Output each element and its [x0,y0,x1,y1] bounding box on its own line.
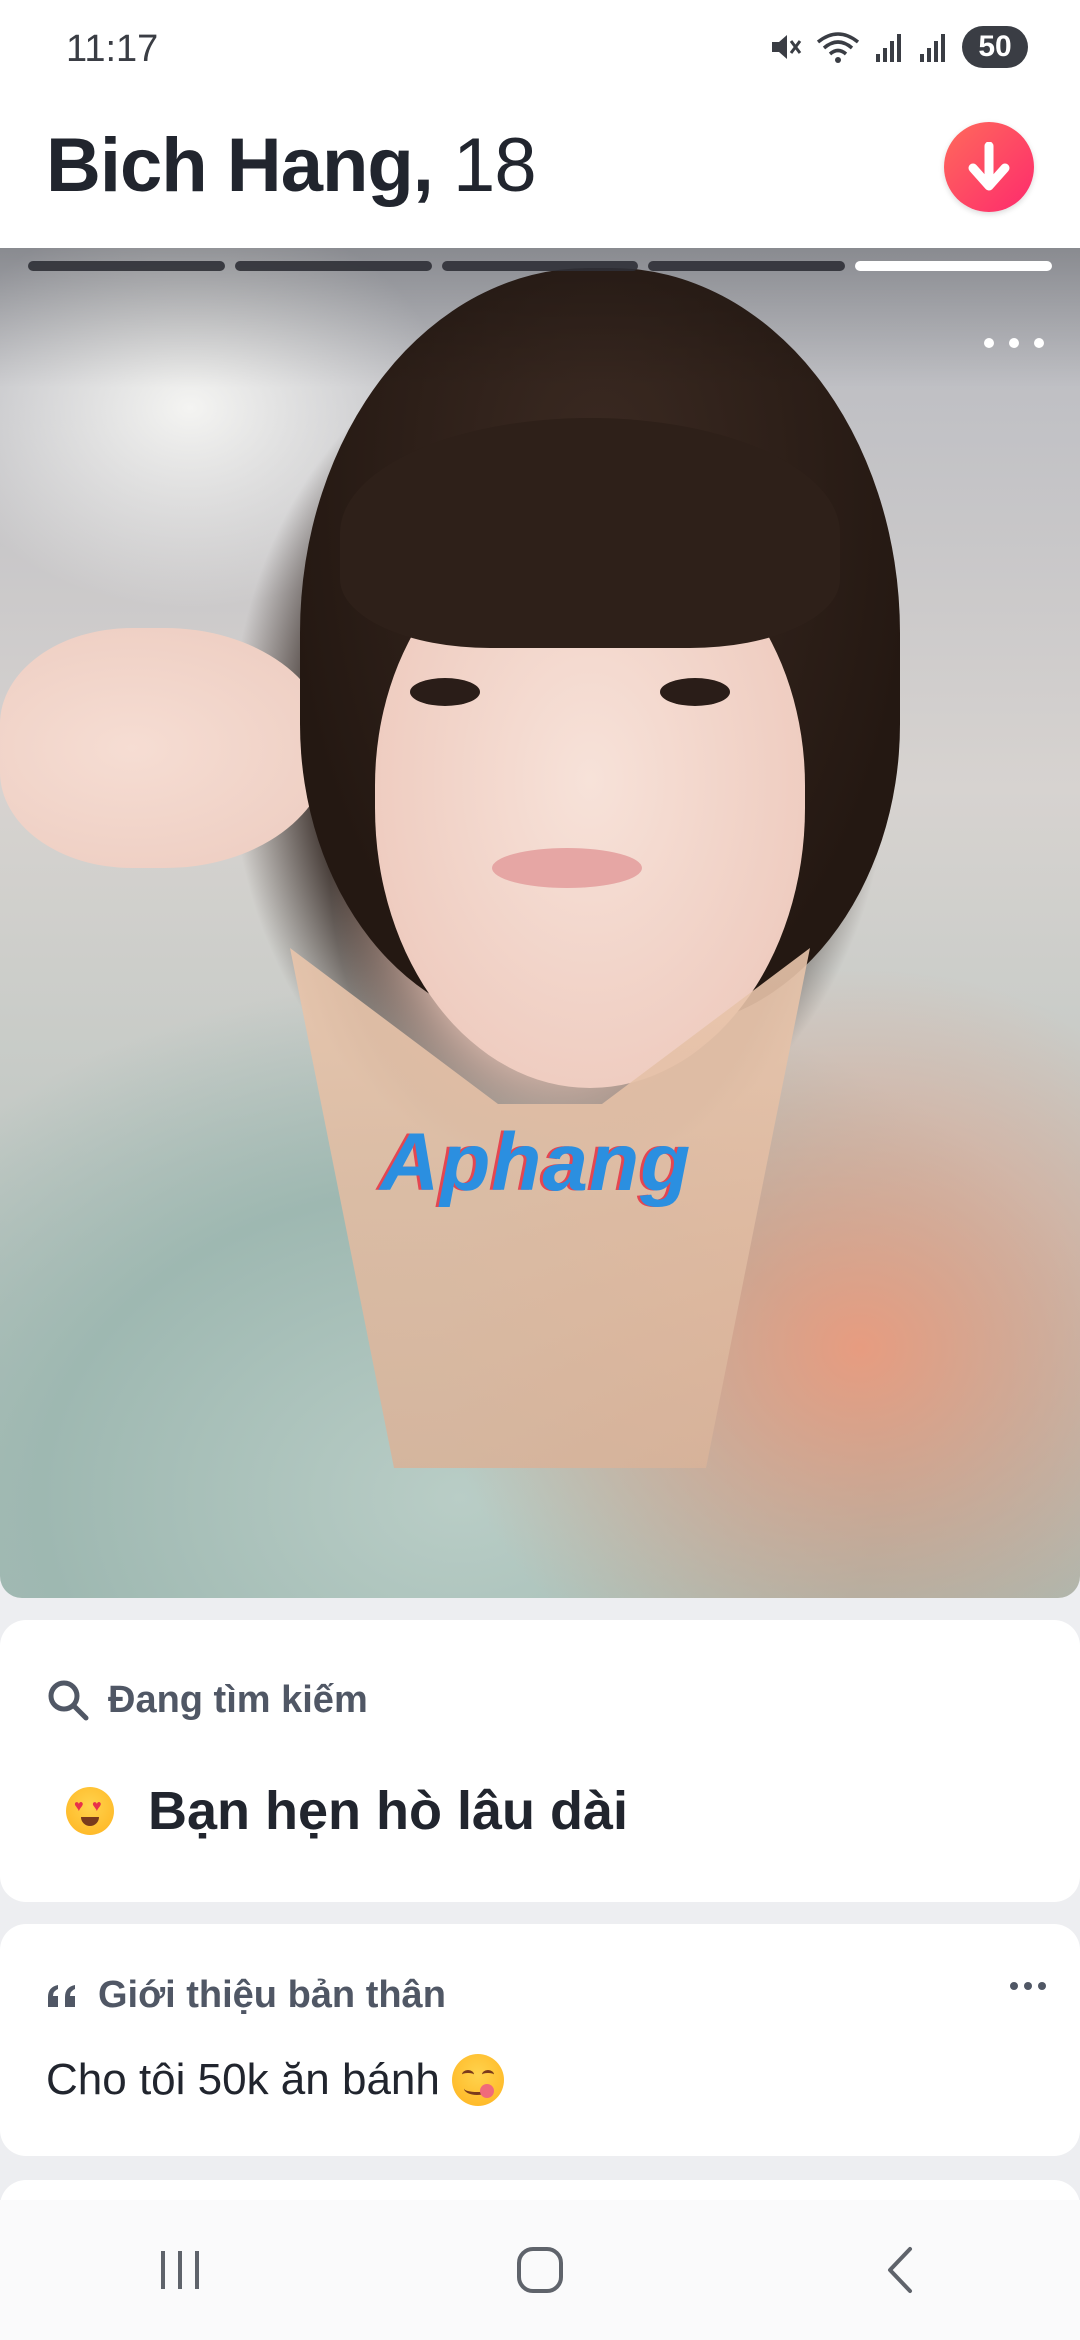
back-button[interactable] [840,2220,960,2320]
looking-for-title: Đang tìm kiếm [108,1678,368,1721]
photo-watermark: Aphang [380,1117,692,1208]
status-icons: 50 [768,26,1028,68]
photo-more-options-icon[interactable] [984,328,1044,358]
status-bar: 11:17 50 [0,0,1080,100]
photo-progress-segment[interactable] [28,261,225,271]
collapse-profile-button[interactable] [944,122,1034,212]
profile-name-age: Bich Hang, 18 [46,122,537,209]
photo-eye-right [660,678,730,706]
recent-apps-button[interactable] [120,2220,240,2320]
battery-icon: 50 [962,26,1028,68]
profile-photo[interactable]: Aphang [0,248,1080,1598]
profile-header: Bich Hang, 18 [0,100,1080,250]
heart-eyes-emoji: ♥ ♥ [66,1787,114,1835]
home-icon [517,2247,563,2293]
arrow-down-icon [968,142,1010,191]
looking-for-header: Đang tìm kiếm [46,1678,368,1722]
about-card: Giới thiệu bản thân Cho tôi 50k ăn bánh [0,1924,1080,2156]
quote-icon [48,1984,75,2007]
home-button[interactable] [480,2220,600,2320]
profile-age: 18 [453,123,537,208]
photo-progress-segment[interactable] [648,261,846,271]
signal-icon-2 [920,34,945,62]
photo-hand [0,628,330,868]
about-text-row: Cho tôi 50k ăn bánh [46,2054,504,2106]
photo-bangs [340,418,840,648]
about-more-options-icon[interactable] [1010,1982,1046,1990]
photo-eye-left [410,678,480,706]
about-text: Cho tôi 50k ăn bánh [46,2055,440,2104]
photo-progress-bar [28,261,1052,273]
mute-icon [772,35,802,59]
yum-emoji [451,2054,504,2106]
photo-progress-segment[interactable] [234,261,432,271]
recent-apps-icon [161,2251,199,2289]
looking-for-value-row: ♥ ♥ Bạn hẹn hò lâu dài [66,1780,628,1842]
back-icon [888,2247,912,2293]
photo-lips [492,848,642,888]
status-time: 11:17 [66,28,159,70]
about-title: Giới thiệu bản thân [98,1974,446,2016]
photo-progress-segment[interactable] [855,261,1052,271]
looking-for-value: Bạn hẹn hò lâu dài [148,1781,629,1841]
wifi-icon [816,32,860,63]
profile-name: Bich Hang, [46,123,434,208]
signal-icon [876,34,901,62]
about-header: Giới thiệu bản thân [46,1974,446,2017]
looking-for-card: Đang tìm kiếm ♥ ♥ Bạn hẹn hò lâu dài [0,1620,1080,1902]
search-icon [48,1680,89,1721]
system-nav-bar [0,2200,1080,2340]
photo-progress-segment[interactable] [441,261,639,271]
